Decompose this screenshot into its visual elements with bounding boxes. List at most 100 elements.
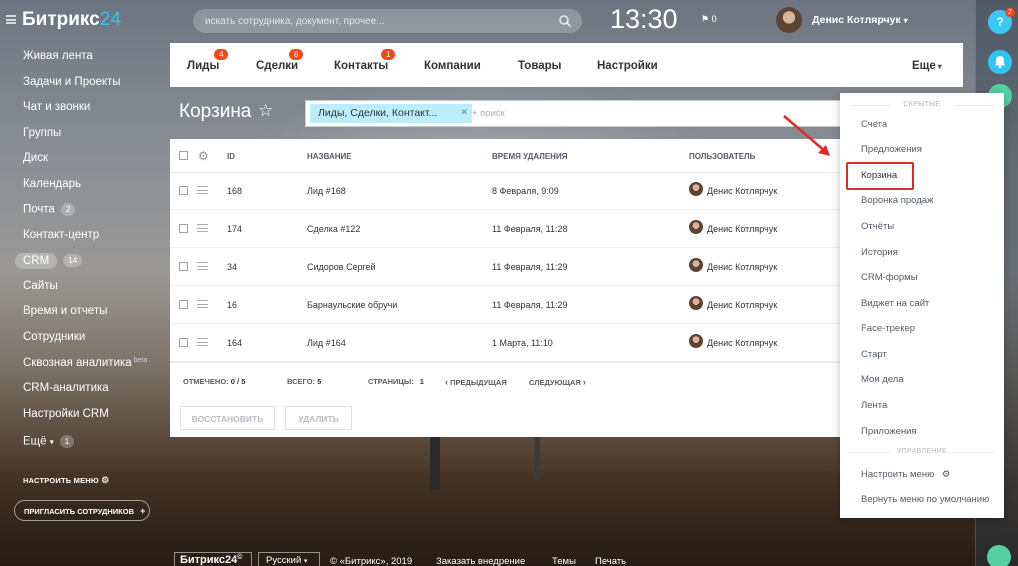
sidebar-item-crm-settings[interactable]: Настройки CRM: [23, 408, 109, 420]
menu-item-feed[interactable]: Лента: [861, 400, 887, 411]
table-row[interactable]: 164 Лид #164 1 Марта, 11:10 Денис Котляр…: [170, 324, 843, 362]
menu-item-reset[interactable]: Вернуть меню по умолчанию: [861, 494, 989, 505]
user-menu[interactable]: Денис Котлярчук ▾: [812, 14, 908, 26]
sidebar-item-feed[interactable]: Живая лента: [23, 50, 93, 62]
cell-user-link[interactable]: Денис Котлярчук: [707, 338, 777, 348]
user-avatar[interactable]: [776, 7, 802, 33]
invite-employees-button[interactable]: ПРИГЛАСИТЬ СОТРУДНИКОВ +: [14, 500, 150, 521]
table-row[interactable]: 34 Сидоров Сергей 11 Февраля, 11:29 Дени…: [170, 248, 843, 286]
cell-user-link[interactable]: Денис Котлярчук: [707, 300, 777, 310]
row-menu-icon[interactable]: [197, 224, 208, 232]
sidebar-item-label: Контакт-центр: [23, 229, 100, 241]
menu-item-recycle-bin[interactable]: Корзина: [861, 170, 897, 181]
themes-link[interactable]: Темы: [552, 556, 576, 566]
configure-menu-link[interactable]: НАСТРОИТЬ МЕНЮ ⚙: [23, 475, 109, 486]
cell-user-link[interactable]: Денис Котлярчук: [707, 186, 777, 196]
sidebar-item-groups[interactable]: Группы: [23, 127, 61, 139]
menu-item-site-widget[interactable]: Виджет на сайт: [861, 298, 929, 309]
select-all-checkbox[interactable]: [179, 151, 188, 160]
phone-icon[interactable]: [987, 545, 1011, 566]
cell-time: 11 Февраля, 11:29: [492, 262, 568, 272]
table-row[interactable]: 16 Барнаульские обручи 11 Февраля, 11:29…: [170, 286, 843, 324]
row-menu-icon[interactable]: [197, 338, 208, 346]
menu-item-configure[interactable]: Настроить меню ⚙: [861, 469, 950, 480]
restore-button[interactable]: ВОССТАНОВИТЬ: [180, 406, 275, 430]
cell-name: Сидоров Сергей: [307, 262, 376, 272]
avatar: [689, 182, 703, 196]
star-icon[interactable]: ☆: [258, 101, 273, 121]
row-checkbox[interactable]: [179, 186, 188, 195]
flag-counter[interactable]: ⚑ 0: [701, 14, 717, 25]
cell-user-link[interactable]: Денис Котлярчук: [707, 262, 777, 272]
row-menu-icon[interactable]: [197, 186, 208, 194]
hamburger-menu-icon[interactable]: [6, 15, 16, 24]
tab-contacts[interactable]: Контакты 1: [334, 49, 396, 72]
filter-search-placeholder[interactable]: + поиск: [472, 108, 505, 119]
menu-item-sales-funnel[interactable]: Воронка продаж: [861, 195, 933, 206]
footer-logo[interactable]: Битрикс24©: [174, 552, 252, 566]
language-select[interactable]: Русский ▾: [258, 552, 320, 566]
menu-item-quotes[interactable]: Предложения: [861, 144, 922, 155]
sidebar-item-chat[interactable]: Чат и звонки: [23, 101, 90, 113]
annotation-arrow-icon: [783, 115, 830, 156]
row-checkbox[interactable]: [179, 300, 188, 309]
menu-item-invoices[interactable]: Счета: [861, 119, 887, 130]
tab-settings[interactable]: Настройки: [597, 60, 658, 72]
column-header-id[interactable]: ID: [227, 152, 235, 161]
sidebar-item-crm-analytics[interactable]: CRM-аналитика: [23, 382, 109, 394]
sidebar-item-time-reports[interactable]: Время и отчеты: [23, 305, 107, 317]
search-icon[interactable]: [558, 14, 572, 28]
row-checkbox[interactable]: [179, 224, 188, 233]
grid-footer: ОТМЕЧЕНО: 0 / 5 ВСЕГО: 5 СТРАНИЦЫ: 1 ‹ П…: [170, 362, 843, 396]
global-search-input[interactable]: [205, 13, 545, 29]
filter-search[interactable]: Лиды, Сделки, Контакт... ✕ + поиск: [305, 100, 845, 127]
sidebar-item-mail[interactable]: Почта 2: [23, 203, 76, 216]
sidebar-item-crm[interactable]: CRM 14: [15, 252, 83, 269]
sidebar-item-sites[interactable]: Сайты: [23, 280, 58, 292]
row-menu-icon[interactable]: [197, 262, 208, 270]
row-checkbox[interactable]: [179, 262, 188, 271]
sidebar-item-tasks[interactable]: Задачи и Проекты: [23, 76, 121, 88]
clock[interactable]: 13:30: [610, 4, 678, 35]
sidebar-item-more[interactable]: Ещё ▾ 1: [23, 435, 75, 448]
close-icon[interactable]: ✕: [460, 107, 468, 118]
global-search: [193, 9, 582, 33]
tab-leads[interactable]: Лиды 4: [187, 49, 229, 72]
column-header-user[interactable]: ПОЛЬЗОВАТЕЛЬ: [689, 152, 755, 161]
tab-companies[interactable]: Компании: [424, 60, 481, 72]
print-link[interactable]: Печать: [595, 556, 626, 566]
table-row[interactable]: 168 Лид #168 8 Февраля, 9:09 Денис Котля…: [170, 172, 843, 210]
gear-icon[interactable]: ⚙: [198, 149, 209, 163]
menu-item-start[interactable]: Старт: [861, 349, 887, 360]
cell-user-link[interactable]: Денис Котлярчук: [707, 224, 777, 234]
sidebar-item-drive[interactable]: Диск: [23, 152, 48, 164]
bitrix24-logo[interactable]: Битрикс24: [22, 9, 121, 31]
tab-products[interactable]: Товары: [518, 60, 561, 72]
sidebar-item-employees[interactable]: Сотрудники: [23, 331, 85, 343]
menu-item-applications[interactable]: Приложения: [861, 426, 917, 437]
menu-item-face-tracker[interactable]: Face-трекер: [861, 323, 915, 334]
menu-item-crm-forms[interactable]: CRM-формы: [861, 272, 918, 283]
sidebar-item-contact-center[interactable]: Контакт-центр: [23, 229, 99, 241]
prev-page-link[interactable]: ‹ ПРЕДЫДУЩАЯ: [445, 377, 507, 387]
filter-tag[interactable]: Лиды, Сделки, Контакт... ✕: [310, 104, 472, 123]
next-page-link[interactable]: СЛЕДУЮЩАЯ ›: [529, 377, 586, 387]
tab-deals[interactable]: Сделки 8: [256, 49, 304, 72]
row-checkbox[interactable]: [179, 338, 188, 347]
table-row[interactable]: 174 Сделка #122 11 Февраля, 11:28 Денис …: [170, 210, 843, 248]
page-title: Корзина: [179, 101, 252, 122]
delete-button[interactable]: УДАЛИТЬ: [285, 406, 352, 430]
column-header-time[interactable]: ВРЕМЯ УДАЛЕНИЯ: [492, 152, 567, 161]
menu-item-my-activities[interactable]: Мои дела: [861, 374, 904, 385]
order-implementation-link[interactable]: Заказать внедрение: [436, 556, 525, 566]
avatar: [689, 296, 703, 310]
column-header-name[interactable]: НАЗВАНИЕ: [307, 152, 352, 161]
menu-item-reports[interactable]: Отчёты: [861, 221, 894, 232]
notifications-bell-icon[interactable]: [988, 50, 1012, 74]
sidebar-item-calendar[interactable]: Календарь: [23, 178, 81, 190]
sidebar-item-analytics[interactable]: Сквозная аналитика beta: [23, 357, 147, 369]
tab-more[interactable]: Еще ▾: [912, 60, 942, 72]
cell-id: 168: [227, 186, 243, 196]
menu-item-history[interactable]: История: [861, 247, 898, 258]
row-menu-icon[interactable]: [197, 300, 208, 308]
